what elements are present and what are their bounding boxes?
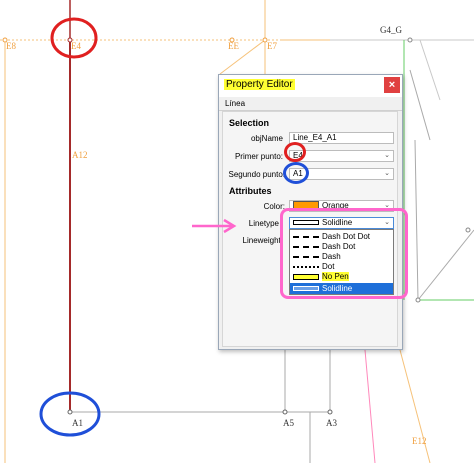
chevron-down-icon: ⌄ bbox=[384, 152, 390, 159]
label-ee: EE bbox=[228, 41, 239, 51]
annotation-red-circle-primer bbox=[284, 142, 306, 162]
tab-linea[interactable]: Línea bbox=[225, 99, 245, 108]
close-button[interactable]: × bbox=[384, 77, 400, 93]
label-e12: E12 bbox=[412, 436, 427, 446]
construction-line-right-4 bbox=[417, 229, 474, 301]
label-g4g: G4_G bbox=[380, 25, 402, 35]
point-right[interactable] bbox=[415, 297, 421, 303]
dialog-title: Property Editor bbox=[224, 79, 295, 90]
dialog-title-bar[interactable]: Property Editor × bbox=[219, 75, 402, 97]
label-e8: E8 bbox=[6, 41, 16, 51]
guide-line-diagonal bbox=[219, 39, 266, 75]
pink-line bbox=[364, 349, 376, 463]
annotation-pink-box-linetype bbox=[280, 208, 408, 299]
point-g4g[interactable] bbox=[407, 37, 413, 43]
construction-line-right-2 bbox=[409, 69, 431, 141]
construction-line-right-1 bbox=[419, 39, 441, 101]
label-a12: A12 bbox=[72, 150, 88, 160]
objname-label: objName bbox=[250, 134, 283, 143]
label-a5: A5 bbox=[283, 418, 294, 428]
objname-field[interactable]: Line_E4_A1 bbox=[289, 132, 394, 144]
primer-punto-label: Primer punto: bbox=[234, 152, 283, 161]
chevron-down-icon: ⌄ bbox=[384, 170, 390, 177]
selection-header: Selection bbox=[229, 118, 270, 128]
segundo-punto-label: Segundo punto: bbox=[228, 170, 286, 179]
lineweight-label: Lineweight: bbox=[242, 236, 283, 245]
point-a1[interactable] bbox=[67, 409, 73, 415]
annotation-red-circle-e4 bbox=[50, 17, 98, 59]
point-a3[interactable] bbox=[327, 409, 333, 415]
annotation-pink-arrow-icon bbox=[192, 218, 237, 234]
color-label: Color: bbox=[263, 202, 285, 211]
point-a5[interactable] bbox=[282, 409, 288, 415]
label-a1: A1 bbox=[72, 418, 83, 428]
attributes-header: Attributes bbox=[229, 186, 272, 196]
guide-line-e12 bbox=[399, 349, 431, 463]
label-e4: E4 bbox=[71, 41, 81, 51]
label-a3: A3 bbox=[326, 418, 337, 428]
construction-line-right-3 bbox=[414, 139, 419, 301]
annotation-blue-circle-segundo bbox=[283, 162, 309, 184]
point-far-right[interactable] bbox=[465, 227, 471, 233]
label-e7: E7 bbox=[267, 41, 277, 51]
